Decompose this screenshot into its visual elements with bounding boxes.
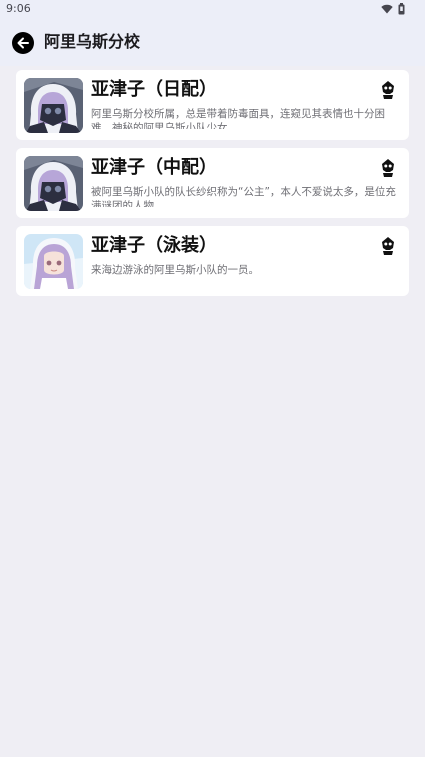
student-name: 亚津子（日配） <box>91 79 217 100</box>
student-name: 亚津子（泳装） <box>91 235 217 256</box>
page-title: 阿里乌斯分校 <box>44 32 141 51</box>
character-avatar <box>24 234 83 289</box>
skull-emblem-icon <box>382 159 394 177</box>
status-icons <box>381 3 405 15</box>
app-bar: 阿里乌斯分校 <box>0 20 425 66</box>
student-name: 亚津子（中配） <box>91 157 217 178</box>
status-time: 9:06 <box>6 2 31 15</box>
character-avatar <box>24 156 83 211</box>
student-card[interactable]: 亚津子（日配） 阿里乌斯分校所属，总是带着防毒面具，连窥见其表情也十分困难，神秘… <box>16 70 409 140</box>
student-card[interactable]: 亚津子（泳装） 来海边游泳的阿里乌斯小队的一员。 <box>16 226 409 296</box>
battery-icon <box>398 3 405 15</box>
character-avatar <box>24 78 83 133</box>
student-description: 被阿里乌斯小队的队长纱织称为“公主”，本人不爱说太多，是位充满谜团的人物。 <box>91 186 396 207</box>
student-card[interactable]: 亚津子（中配） 被阿里乌斯小队的队长纱织称为“公主”，本人不爱说太多，是位充满谜… <box>16 148 409 218</box>
student-description: 来海边游泳的阿里乌斯小队的一员。 <box>91 264 259 276</box>
student-description: 阿里乌斯分校所属，总是带着防毒面具，连窥见其表情也十分困难，神秘的阿里乌斯小队少… <box>91 108 385 129</box>
back-button[interactable] <box>12 32 34 54</box>
skull-emblem-icon <box>382 81 394 99</box>
student-list: 亚津子（日配） 阿里乌斯分校所属，总是带着防毒面具，连窥见其表情也十分困难，神秘… <box>16 70 409 304</box>
arrow-back-icon <box>17 37 29 49</box>
status-bar: 9:06 <box>0 0 425 20</box>
wifi-icon <box>381 4 393 14</box>
skull-emblem-icon <box>382 237 394 255</box>
